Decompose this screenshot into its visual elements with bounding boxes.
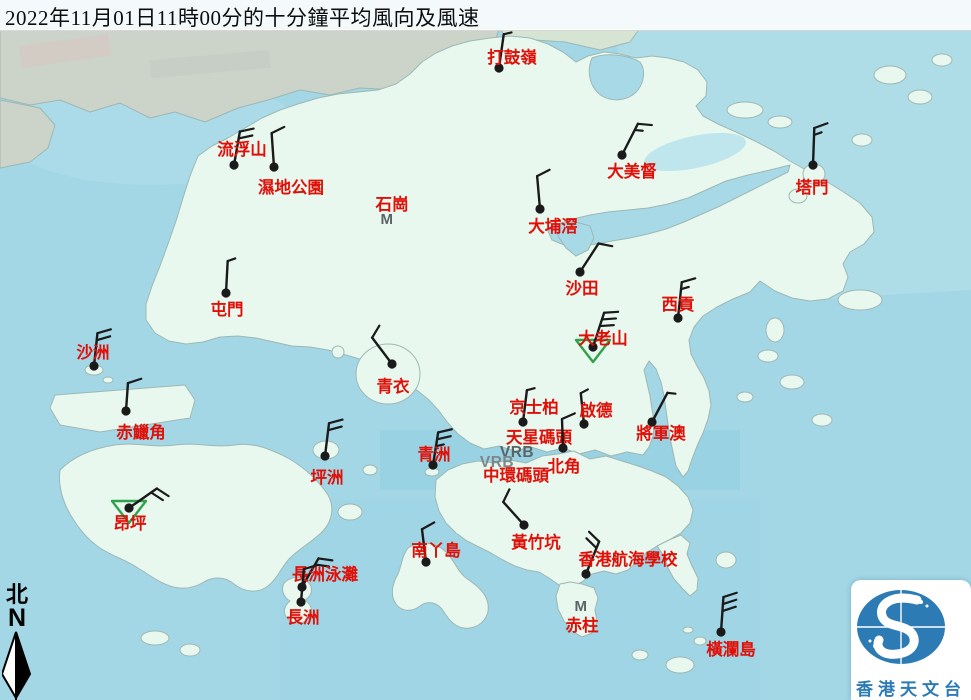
station-label: 塔門 — [796, 177, 829, 197]
hei-ling-chau-island — [338, 504, 362, 520]
station-dot — [121, 406, 130, 415]
port-shelter-islet — [758, 350, 778, 362]
station-dot — [124, 503, 133, 512]
station-label: 屯門 — [211, 299, 244, 319]
station-dot — [221, 288, 230, 297]
station-label: 坪洲 — [311, 468, 344, 487]
ap-chau-island — [908, 90, 932, 104]
station-label: 流浮山 — [217, 139, 267, 159]
title-banner: 2022年11月01日11時00分的十分鐘平均風向及風速 — [0, 0, 971, 31]
high-island — [838, 290, 882, 310]
station-label: 將軍澳 — [636, 423, 686, 443]
station-label: 黃竹坑 — [510, 532, 561, 552]
station-dot — [89, 361, 98, 370]
hko-logo-icon — [851, 580, 971, 672]
crooked-island — [768, 116, 792, 128]
station-dot — [387, 359, 396, 368]
compass-north: 北 N — [2, 584, 36, 700]
station-dot — [535, 204, 544, 213]
compass-needle-icon — [2, 630, 36, 700]
compass-label-en: N — [2, 606, 32, 630]
station-label: 北角 — [548, 456, 581, 476]
compass-label-zh: 北 — [2, 584, 32, 606]
station-label: 西貢 — [662, 295, 696, 314]
station-label: 香港航海學校 — [579, 549, 679, 569]
missing-data-marker: M — [575, 598, 588, 615]
ma-wan-island — [332, 346, 344, 358]
station-dot — [716, 627, 725, 636]
station-label: 昂坪 — [114, 514, 148, 533]
station-label: 石崗 — [375, 195, 409, 214]
wind-barb-stem — [813, 128, 814, 165]
station-label: 大美督 — [607, 161, 657, 181]
tung-lung-island — [716, 552, 736, 568]
station-label: 大埔滘 — [528, 216, 578, 236]
soko-island-2 — [180, 644, 200, 656]
waglan-islet — [694, 637, 706, 645]
lung-kwu-chau-island — [103, 377, 113, 383]
station-label: 京士柏 — [509, 397, 559, 417]
station-label: 啟德 — [580, 400, 614, 420]
station-label: 長洲 — [287, 608, 320, 627]
station-dot — [320, 451, 329, 460]
ne-islet — [932, 54, 952, 66]
station-label: 橫瀾島 — [706, 639, 756, 659]
station-dot — [519, 520, 528, 529]
wind-barb-feather — [635, 130, 643, 131]
po-toi-island — [666, 657, 694, 673]
jin-island — [780, 375, 804, 389]
station-label: 大老山 — [578, 328, 628, 348]
wind-barb-feather — [638, 124, 652, 125]
kau-yi-chau-island — [363, 465, 377, 475]
station-label: 濕地公園 — [258, 177, 324, 197]
station-dot — [518, 417, 527, 426]
hong-kong-map: 打鼓嶺流浮山濕地公園 M 石崗 大美督塔門大埔滘沙田西貢大老山 屯門沙洲赤鱲角 青衣坪洲 青… — [0, 0, 971, 700]
station-dot — [673, 313, 682, 322]
station-label: 沙洲 — [77, 343, 110, 362]
waglan-islet-2 — [683, 627, 693, 633]
station-label: 中環碼頭 — [483, 465, 550, 485]
station-label: 青衣 — [377, 376, 411, 396]
kau-sai-chau-island — [766, 318, 784, 342]
ne-islet-2 — [852, 134, 872, 146]
station-dot — [579, 419, 588, 428]
beaufort-island — [632, 650, 648, 660]
station-label: 青洲 — [418, 444, 451, 464]
map-title: 2022年11月01日11時00分的十分鐘平均風向及風速 — [5, 2, 479, 32]
wind-barb-feather — [600, 325, 614, 326]
station-label: 赤鱲角 — [116, 422, 166, 442]
wind-map-page: 打鼓嶺流浮山濕地公園 M 石崗 大美督塔門大埔滘沙田西貢大老山 屯門沙洲赤鱲角 青衣坪洲 青… — [0, 0, 971, 700]
station-dot — [617, 150, 626, 159]
station-label: 沙田 — [566, 279, 599, 298]
wind-barb-feather — [667, 393, 675, 394]
station-dot — [575, 267, 584, 276]
hko-logo: 香港天文台 HONG KONG OBSERVATORY — [851, 580, 971, 700]
double-haven-island — [727, 102, 763, 118]
station-dot — [558, 443, 567, 452]
wind-barb-feather — [602, 318, 616, 319]
kat-o-island — [874, 66, 906, 84]
station-label: 南丫島 — [411, 540, 461, 560]
hko-name-zh: 香港天文台 — [851, 675, 971, 700]
station-dot — [581, 569, 590, 578]
station-label: 赤柱 — [566, 615, 600, 635]
station-dot — [229, 160, 238, 169]
station-label: 打鼓嶺 — [487, 47, 537, 67]
basalt-island — [812, 414, 832, 426]
soko-island — [141, 631, 169, 645]
station-dot — [269, 162, 278, 171]
wind-barb-stem — [226, 261, 228, 293]
shelter-island — [737, 392, 753, 402]
station-dot — [296, 597, 305, 606]
station-dot — [808, 160, 817, 169]
wind-barb-feather — [604, 312, 618, 313]
